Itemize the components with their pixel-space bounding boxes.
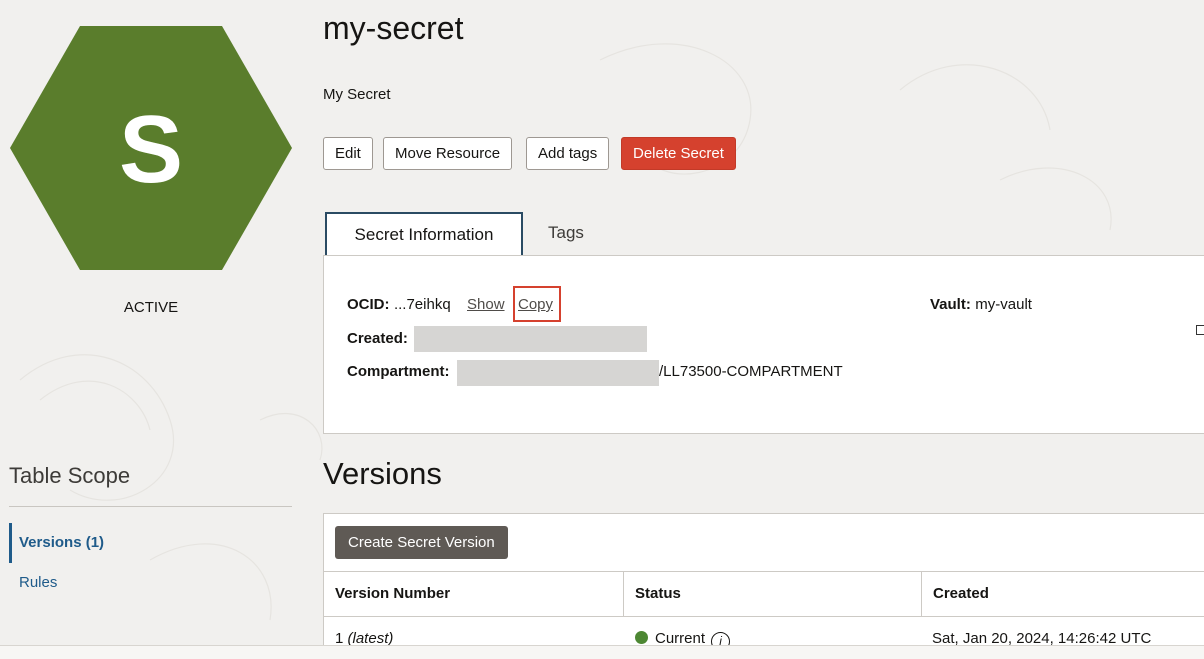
scope-item-versions[interactable]: Versions (1) [9,523,219,563]
tab-secret-information[interactable]: Secret Information [325,212,523,255]
divider [9,506,292,507]
scope-item-rules[interactable]: Rules [9,574,219,591]
panel-edge-marker [1196,325,1204,335]
status-label: ACTIVE [123,299,179,316]
created-value-redacted [414,326,647,352]
vault-row: Vault: my-vault [930,296,1032,314]
compartment-path-redacted [457,360,659,386]
vault-label: Vault: [930,296,971,313]
move-resource-button[interactable]: Move Resource [383,137,513,170]
ocid-value: ...7eihkq [393,296,451,313]
column-header-version-number[interactable]: Version Number [323,572,623,616]
ocid-row: OCID: ...7eihkq [347,296,451,314]
add-tags-button[interactable]: Add tags [526,137,610,170]
status-dot-icon [635,631,648,644]
page-title: my-secret [323,10,464,46]
versions-heading: Versions [323,456,442,491]
delete-secret-button[interactable]: Delete Secret [621,137,736,170]
tab-tags[interactable]: Tags [548,223,584,243]
show-ocid-link[interactable]: Show [467,296,505,313]
created-label: Created: [347,330,408,347]
table-scope-heading: Table Scope [9,463,131,488]
copy-highlight-box [513,286,561,322]
vault-value[interactable]: my-vault [975,296,1032,313]
table-header-row: Version Number Status Created [323,571,1204,617]
column-header-status[interactable]: Status [623,572,921,616]
create-secret-version-button[interactable]: Create Secret Version [335,526,508,559]
resource-initial: S [118,96,184,203]
footer-bar [0,645,1204,659]
compartment-value[interactable]: /LL73500-COMPARTMENT [659,363,843,380]
edit-button[interactable]: Edit [323,137,373,170]
ocid-label: OCID: [347,296,390,313]
resource-description: My Secret [323,86,391,103]
column-header-created[interactable]: Created [921,572,1201,616]
compartment-label: Compartment: [347,363,450,380]
